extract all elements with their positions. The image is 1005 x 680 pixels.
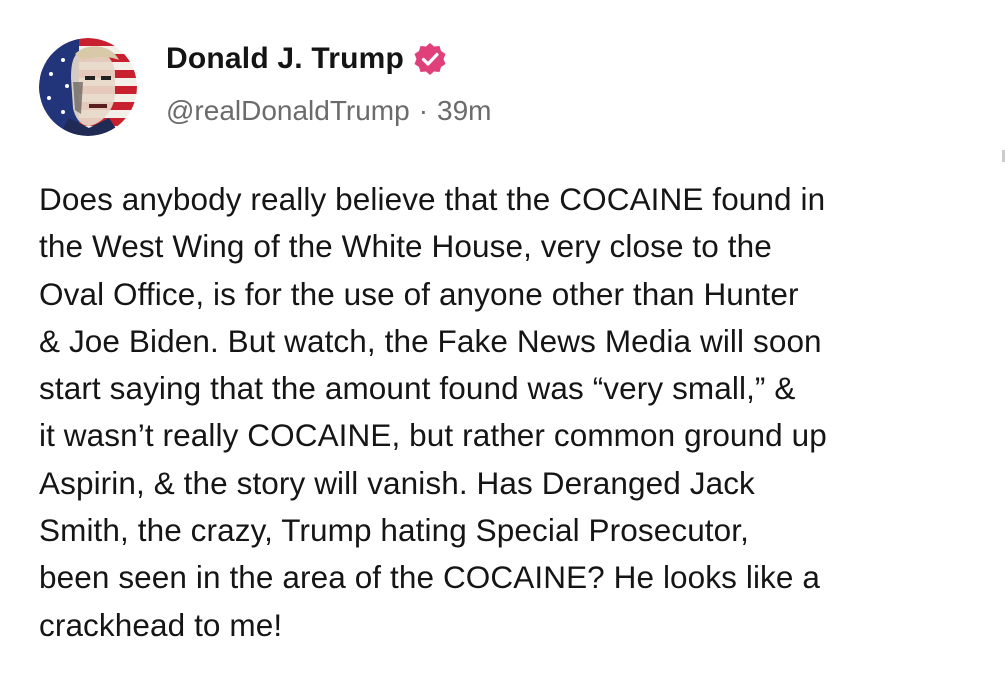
post-body-line: Aspirin, & the story will vanish. Has De… bbox=[39, 464, 755, 501]
author-handle[interactable]: @realDonaldTrump bbox=[166, 95, 410, 127]
display-name[interactable]: Donald J. Trump bbox=[166, 42, 404, 76]
post-body-line: Smith, the crazy, Trump hating Special P… bbox=[39, 512, 749, 549]
post-body-line: been seen in the area of the COCAINE? He… bbox=[39, 559, 820, 596]
post-body-line: Does anybody really believe that the COC… bbox=[39, 181, 826, 217]
post-body-line: it wasn’t really COCAINE, but rather com… bbox=[39, 417, 827, 454]
meta-separator: · bbox=[418, 95, 429, 126]
verified-badge-icon bbox=[412, 41, 448, 77]
post-body-line: Oval Office, is for the use of anyone ot… bbox=[39, 275, 799, 312]
post-body-line: crackhead to me! bbox=[39, 606, 283, 643]
post-body: Does anybody really believe that the COC… bbox=[39, 176, 979, 649]
post-body-line: the West Wing of the White House, very c… bbox=[39, 228, 772, 265]
post-body-line: & Joe Biden. But watch, the Fake News Me… bbox=[39, 322, 822, 359]
post-card: Donald J. Trump @realDonaldTrump · 39m D… bbox=[0, 0, 1005, 680]
post-header: Donald J. Trump @realDonaldTrump · 39m bbox=[166, 39, 492, 127]
avatar[interactable] bbox=[39, 38, 137, 136]
profile-portrait-icon bbox=[39, 38, 137, 136]
post-body-line: start saying that the amount found was “… bbox=[39, 370, 796, 407]
meta-row: @realDonaldTrump · 39m bbox=[166, 95, 492, 127]
post-timestamp[interactable]: 39m bbox=[437, 95, 491, 127]
name-row: Donald J. Trump bbox=[166, 39, 492, 79]
